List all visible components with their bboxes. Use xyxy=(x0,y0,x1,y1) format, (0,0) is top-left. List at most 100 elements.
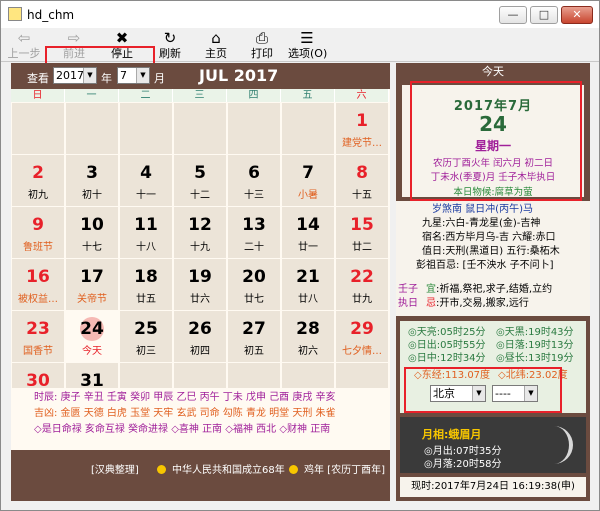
day-subtitle: 初四 xyxy=(190,346,210,357)
deities-line: ◇是日命禄 亥命互禄 癸命进禄 ◇喜神 正南 ◇福神 西北 ◇财神 正南 xyxy=(34,424,331,435)
day-cell[interactable]: 27 初五 xyxy=(228,311,280,362)
day-subtitle: 十九 xyxy=(190,242,210,253)
day-cell[interactable]: 2 初九 xyxy=(12,155,64,206)
almanac-panel: 岁煞南 鼠日冲(丙午)马 九星:六白-青龙星(金)-吉神 宿名:西方毕月乌-吉 … xyxy=(396,201,590,316)
day-cell[interactable]: 6 十三 xyxy=(228,155,280,206)
today-panel: 今天 2017年7月 24 星期一 农历丁酉火年 闰六月 初二日 丁未水(季夏)… xyxy=(396,63,590,501)
refresh-icon: ↻ xyxy=(163,29,177,47)
day-subtitle: 初五 xyxy=(244,346,264,357)
day-number: 12 xyxy=(188,215,212,235)
day-subtitle: 初九 xyxy=(28,190,48,201)
print-button[interactable]: ⎙ 打印 xyxy=(243,28,281,62)
day-cell[interactable]: 8 十五 xyxy=(336,155,388,206)
day-subtitle: 小暑 xyxy=(298,190,318,201)
forward-arrow-icon: ⇨ xyxy=(67,29,81,47)
day-number: 3 xyxy=(86,163,98,183)
current-time-bar: 现时:2017年7月24日 16:19:38(申) xyxy=(400,477,586,497)
day-cell[interactable]: 20 廿七 xyxy=(228,259,280,310)
back-arrow-icon: ⇦ xyxy=(17,29,31,47)
day-cell[interactable]: 15 廿二 xyxy=(336,207,388,258)
day-subtitle: 七夕情… xyxy=(342,346,382,357)
weekday-row: 日一二三四五六 xyxy=(11,89,390,102)
day-cell[interactable]: 29 七夕情… xyxy=(336,311,388,362)
day-subtitle: 初六 xyxy=(298,346,318,357)
day-number: 8 xyxy=(356,163,368,183)
home-button[interactable]: ⌂ 主页 xyxy=(197,28,235,62)
crescent-moon-icon xyxy=(554,426,573,464)
day-subtitle: 十二 xyxy=(190,190,210,201)
day-subtitle: 廿五 xyxy=(136,294,156,305)
options-button[interactable]: ☰ 选项(O) xyxy=(288,28,327,62)
footer-source: [汉典整理] xyxy=(91,465,139,476)
day-cell[interactable]: 3 初十 xyxy=(66,155,118,206)
options-icon: ☰ xyxy=(300,29,314,47)
month-value: 7 xyxy=(120,69,127,82)
day-subtitle: 鲁班节 xyxy=(23,242,53,253)
back-button[interactable]: ⇦ 上一步 xyxy=(5,28,43,62)
day-subtitle: 初三 xyxy=(136,346,156,357)
sunset-time: ◎日落:19时13分 xyxy=(496,340,574,351)
day-cell[interactable]: 10 十七 xyxy=(66,207,118,258)
maximize-button[interactable]: □ xyxy=(530,6,558,24)
day-cell[interactable]: 17 关帝节 xyxy=(66,259,118,310)
close-button[interactable]: ✕ xyxy=(561,6,593,24)
day-cell[interactable]: 26 初四 xyxy=(174,311,226,362)
day-cell[interactable]: 12 十九 xyxy=(174,207,226,258)
day-cell[interactable]: 14 廿一 xyxy=(282,207,334,258)
day-cell[interactable]: 21 廿八 xyxy=(282,259,334,310)
day-cell[interactable]: 16 被权益… xyxy=(12,259,64,310)
day-cell[interactable]: 18 廿五 xyxy=(120,259,172,310)
day-cell[interactable]: 23 国香节 xyxy=(12,311,64,362)
day-subtitle: 初十 xyxy=(82,190,102,201)
weekday-header: 三 xyxy=(173,89,227,102)
moon-panel: 月相:蛾眉月 ◎月出:07时35分 ◎月落:20时58分 xyxy=(400,417,586,473)
noon-time: ◎日中:12时34分 xyxy=(408,353,486,364)
chevron-down-icon: ▼ xyxy=(83,68,96,83)
day-cell[interactable]: 13 二十 xyxy=(228,207,280,258)
stop-icon: ✖ xyxy=(115,29,129,47)
day-cell[interactable]: 19 廿六 xyxy=(174,259,226,310)
app-icon xyxy=(8,7,22,21)
day-subtitle: 十八 xyxy=(136,242,156,253)
day-cell[interactable]: 7 小暑 xyxy=(282,155,334,206)
day-cell[interactable]: 5 十二 xyxy=(174,155,226,206)
day-cell[interactable]: 22 廿九 xyxy=(336,259,388,310)
title-bar: hd_chm — □ ✕ xyxy=(1,1,599,28)
yellow-dot-icon xyxy=(157,465,166,474)
day-cell[interactable]: 25 初三 xyxy=(120,311,172,362)
dusk-time: ◎天黑:19时43分 xyxy=(496,327,574,338)
minimize-button[interactable]: — xyxy=(499,6,527,24)
almanac-line-1: 岁煞南 鼠日冲(丙午)马 xyxy=(432,204,533,215)
day-cell[interactable]: 1 建党节… xyxy=(336,103,388,154)
year-unit: 年 xyxy=(101,72,112,85)
calendar-header: 查看 2017 ▼ 年 7 ▼ 月 JUL 2017 xyxy=(11,63,390,89)
almanac-line-5: 彭祖百忌: [壬不泱水 子不问卜] xyxy=(416,260,554,271)
day-number: 23 xyxy=(26,319,50,339)
highlight-box-location xyxy=(404,367,562,413)
month-unit: 月 xyxy=(154,72,165,85)
day-subtitle: 廿六 xyxy=(190,294,210,305)
day-number: 25 xyxy=(134,319,158,339)
day-number: 9 xyxy=(32,215,44,235)
weekday-header: 二 xyxy=(119,89,173,102)
ji-line: 忌:开市,交易,搬家,远行 xyxy=(426,298,529,309)
ji-day-label: 执日 xyxy=(398,298,418,309)
moonset-time: ◎月落:20时58分 xyxy=(424,459,502,470)
day-cell[interactable]: 11 十八 xyxy=(120,207,172,258)
yi-line: 宜:祈福,祭祀,求子,结婚,立约 xyxy=(426,284,553,295)
day-number: 1 xyxy=(356,111,368,131)
today-header: 今天 xyxy=(482,65,504,78)
day-cell[interactable]: 28 初六 xyxy=(282,311,334,362)
refresh-button[interactable]: ↻ 刷新 xyxy=(151,28,189,62)
day-cell-today[interactable]: 24 今天 xyxy=(66,311,118,362)
day-cell[interactable]: 9 鲁班节 xyxy=(12,207,64,258)
empty-day-cell xyxy=(66,103,118,154)
almanac-line-4: 值日:天刑(黑道日) 五行:桑柘木 xyxy=(422,246,560,257)
day-number: 11 xyxy=(134,215,158,235)
day-cell[interactable]: 4 十一 xyxy=(120,155,172,206)
day-number: 27 xyxy=(242,319,266,339)
weekday-header: 日 xyxy=(11,89,65,102)
year-select[interactable]: 2017 ▼ xyxy=(53,67,97,84)
month-select[interactable]: 7 ▼ xyxy=(117,67,150,84)
chevron-down-icon: ▼ xyxy=(136,68,149,83)
